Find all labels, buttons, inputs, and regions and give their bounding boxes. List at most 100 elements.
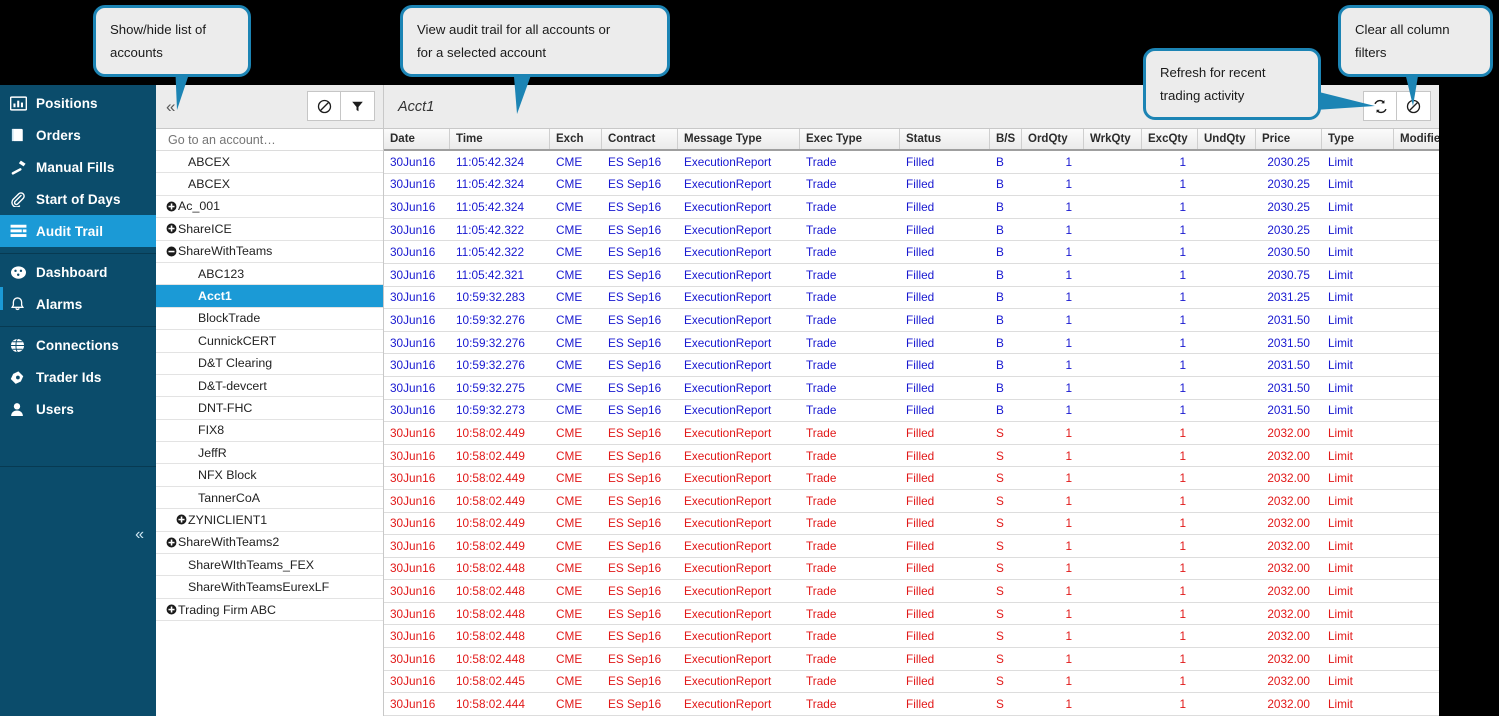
- account-list-item[interactable]: CunnickCERT: [156, 330, 383, 353]
- account-list-item[interactable]: ABCEX: [156, 173, 383, 196]
- sidebar-item-connections[interactable]: Connections: [0, 329, 156, 361]
- sidebar-collapse-button[interactable]: «: [0, 515, 156, 555]
- table-row[interactable]: 30Jun16 10:58:02.449 CME ES Sep16 ExecutionR…: [384, 467, 1439, 490]
- account-list-item[interactable]: Acct1: [156, 285, 383, 308]
- column-header-time[interactable]: Time: [450, 129, 550, 149]
- cell-ordqty: 1: [1065, 651, 1072, 666]
- account-list-item[interactable]: ZYNICLIENT1: [156, 509, 383, 532]
- account-list-item[interactable]: ShareWIthTeams_FEX: [156, 554, 383, 577]
- accounts-list[interactable]: ABCEX ABCEX Ac_001 ShareICE ShareWithTeams AB…: [156, 151, 383, 716]
- table-row[interactable]: 30Jun16 10:58:02.448 CME ES Sep16 ExecutionR…: [384, 625, 1439, 649]
- column-header-modifier[interactable]: Modifier: [1394, 129, 1439, 149]
- table-row[interactable]: 30Jun16 10:59:32.283 CME ES Sep16 ExecutionR…: [384, 286, 1439, 310]
- table-row[interactable]: 30Jun16 10:58:02.449 CME ES Sep16 ExecutionR…: [384, 535, 1439, 558]
- account-list-item[interactable]: ABCEX: [156, 151, 383, 174]
- grid-header-row[interactable]: Date Time Exch Contract Message Type Exec Typ…: [384, 129, 1439, 151]
- column-header-ordqty[interactable]: OrdQty: [1022, 129, 1084, 149]
- account-list-item[interactable]: NFX Block: [156, 464, 383, 487]
- cell-ordqty: 1: [1065, 358, 1072, 373]
- column-header-exch[interactable]: Exch: [550, 129, 602, 149]
- expand-icon[interactable]: [164, 201, 178, 212]
- table-row[interactable]: 30Jun16 10:58:02.448 CME ES Sep16 ExecutionR…: [384, 602, 1439, 626]
- account-list-item[interactable]: ShareICE: [156, 218, 383, 241]
- column-header-exectype[interactable]: Exec Type: [800, 129, 900, 149]
- account-list-item[interactable]: BlockTrade: [156, 307, 383, 331]
- account-list-item[interactable]: D&T-devcert: [156, 374, 383, 398]
- sidebar-item-dashboard[interactable]: Dashboard: [0, 256, 156, 288]
- account-list-item[interactable]: FIX8: [156, 419, 383, 443]
- table-row[interactable]: 30Jun16 10:59:32.276 CME ES Sep16 ExecutionR…: [384, 309, 1439, 332]
- account-list-item[interactable]: JeffR: [156, 442, 383, 465]
- expand-icon[interactable]: [164, 223, 178, 234]
- sidebar-item-start-of-days[interactable]: Start of Days: [0, 183, 156, 215]
- grid-body[interactable]: 30Jun16 11:05:42.324 CME ES Sep16 ExecutionR…: [384, 151, 1439, 716]
- column-header-undqty[interactable]: UndQty: [1198, 129, 1256, 149]
- table-row[interactable]: 30Jun16 10:58:02.448 CME ES Sep16 ExecutionR…: [384, 557, 1439, 581]
- table-row[interactable]: 30Jun16 10:58:02.448 CME ES Sep16 ExecutionR…: [384, 580, 1439, 603]
- sidebar-item-orders[interactable]: Orders: [0, 119, 156, 151]
- account-list-item[interactable]: Trading Firm ABC: [156, 598, 383, 622]
- table-row[interactable]: 30Jun16 10:59:32.276 CME ES Sep16 ExecutionR…: [384, 354, 1439, 377]
- sidebar-item-manual-fills[interactable]: Manual Fills: [0, 151, 156, 183]
- cell-bs: B: [996, 358, 1004, 373]
- column-header-excqty[interactable]: ExcQty: [1142, 129, 1198, 149]
- cell-msgtype: ExecutionReport: [684, 674, 772, 689]
- table-row[interactable]: 30Jun16 10:58:02.445 CME ES Sep16 ExecutionR…: [384, 670, 1439, 694]
- account-list-item[interactable]: Ac_001: [156, 195, 383, 219]
- table-row[interactable]: 30Jun16 10:58:02.449 CME ES Sep16 ExecutionR…: [384, 422, 1439, 445]
- column-header-price[interactable]: Price: [1256, 129, 1322, 149]
- cell-exectype: Trade: [806, 493, 837, 508]
- table-row[interactable]: 30Jun16 11:05:42.321 CME ES Sep16 ExecutionR…: [384, 263, 1439, 287]
- cell-contract: ES Sep16: [608, 697, 662, 712]
- sidebar-item-users[interactable]: Users: [0, 393, 156, 425]
- sidebar-item-alarms[interactable]: Alarms: [0, 288, 156, 320]
- column-header-date[interactable]: Date: [384, 129, 450, 149]
- cell-price: 2032.00: [1267, 425, 1310, 440]
- table-row[interactable]: 30Jun16 11:05:42.324 CME ES Sep16 ExecutionR…: [384, 173, 1439, 197]
- sidebar-item-audit-trail[interactable]: Audit Trail: [0, 215, 156, 247]
- clear-filters-button[interactable]: [307, 91, 341, 121]
- column-header-status[interactable]: Status: [900, 129, 990, 149]
- account-name: ShareWithTeams: [178, 244, 273, 259]
- account-list-item[interactable]: DNT-FHC: [156, 397, 383, 420]
- account-list-item[interactable]: TannerCoA: [156, 486, 383, 510]
- account-list-item[interactable]: ShareWithTeams: [156, 240, 383, 263]
- table-row[interactable]: 30Jun16 11:05:42.322 CME ES Sep16 ExecutionR…: [384, 218, 1439, 242]
- expand-icon[interactable]: [164, 537, 178, 548]
- table-row[interactable]: 30Jun16 10:58:02.449 CME ES Sep16 ExecutionR…: [384, 444, 1439, 468]
- cell-time: 11:05:42.324: [456, 177, 525, 192]
- account-list-item[interactable]: ShareWithTeamsEurexLF: [156, 576, 383, 599]
- table-row[interactable]: 30Jun16 11:05:42.324 CME ES Sep16 ExecutionR…: [384, 151, 1439, 174]
- cell-ordqty: 1: [1065, 471, 1072, 486]
- table-row[interactable]: 30Jun16 10:58:02.449 CME ES Sep16 ExecutionR…: [384, 489, 1439, 513]
- table-row[interactable]: 30Jun16 10:58:02.444 CME ES Sep16 ExecutionR…: [384, 693, 1439, 716]
- column-header-msgtype[interactable]: Message Type: [678, 129, 800, 149]
- account-list-item[interactable]: D&T Clearing: [156, 352, 383, 375]
- account-search-input[interactable]: [168, 132, 368, 147]
- account-list-item[interactable]: ABC123: [156, 262, 383, 286]
- cell-bs: S: [996, 697, 1004, 712]
- column-header-contract[interactable]: Contract: [602, 129, 678, 149]
- table-row[interactable]: 30Jun16 10:58:02.448 CME ES Sep16 ExecutionR…: [384, 648, 1439, 671]
- cell-price: 2030.75: [1267, 267, 1310, 282]
- filter-button[interactable]: [341, 91, 375, 121]
- book-icon: [10, 127, 36, 143]
- column-header-wrkqty[interactable]: WrkQty: [1084, 129, 1142, 149]
- sidebar-item-trader-ids[interactable]: Trader Ids: [0, 361, 156, 393]
- table-row[interactable]: 30Jun16 10:58:02.449 CME ES Sep16 ExecutionR…: [384, 512, 1439, 536]
- table-row[interactable]: 30Jun16 11:05:42.322 CME ES Sep16 ExecutionR…: [384, 241, 1439, 264]
- column-header-bs[interactable]: B/S: [990, 129, 1022, 149]
- table-row[interactable]: 30Jun16 11:05:42.324 CME ES Sep16 ExecutionR…: [384, 196, 1439, 219]
- cell-date: 30Jun16: [390, 312, 436, 327]
- table-row[interactable]: 30Jun16 10:59:32.276 CME ES Sep16 ExecutionR…: [384, 331, 1439, 355]
- column-header-type[interactable]: Type: [1322, 129, 1394, 149]
- sidebar-item-positions[interactable]: Positions: [0, 87, 156, 119]
- cell-date: 30Jun16: [390, 380, 436, 395]
- expand-icon[interactable]: [164, 604, 178, 615]
- account-list-item[interactable]: ShareWithTeams2: [156, 531, 383, 555]
- table-row[interactable]: 30Jun16 10:59:32.273 CME ES Sep16 ExecutionR…: [384, 399, 1439, 423]
- cell-msgtype: ExecutionReport: [684, 245, 772, 260]
- expand-icon[interactable]: [174, 514, 188, 525]
- collapse-icon[interactable]: [164, 246, 178, 257]
- table-row[interactable]: 30Jun16 10:59:32.275 CME ES Sep16 ExecutionR…: [384, 376, 1439, 400]
